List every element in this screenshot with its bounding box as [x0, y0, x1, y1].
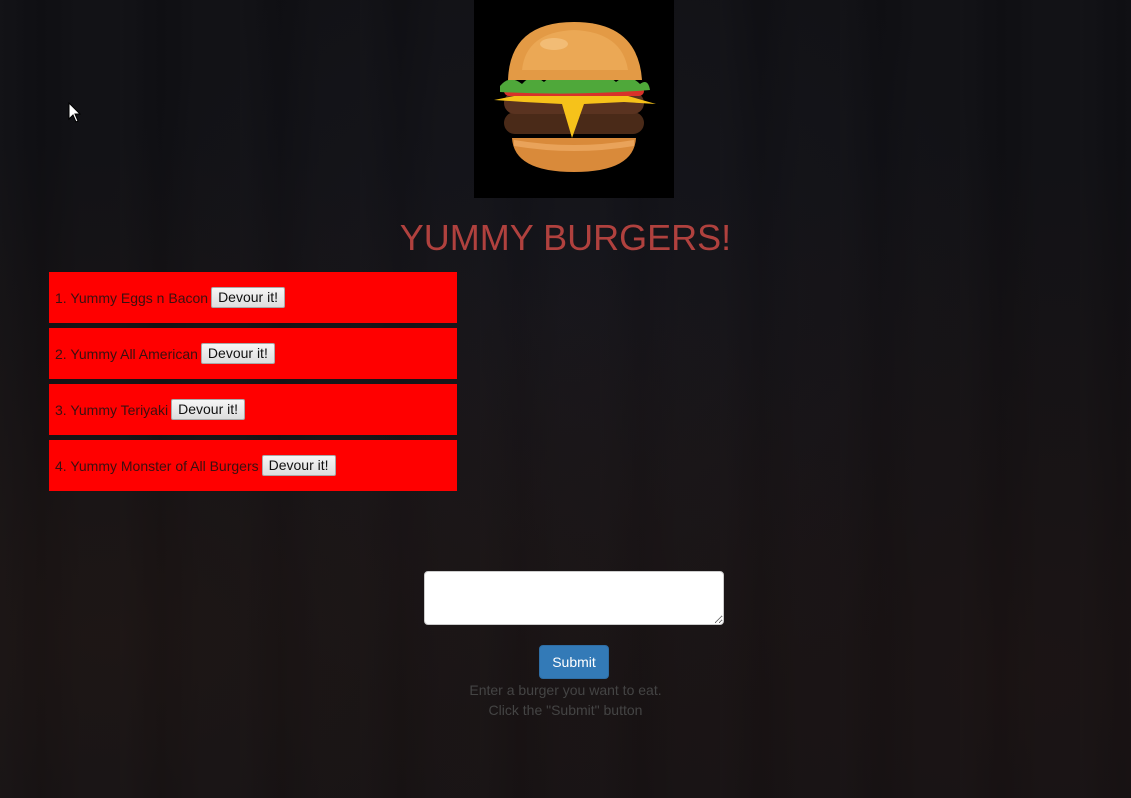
burger-label: 4. Yummy Monster of All Burgers [55, 457, 259, 474]
list-item: 3. Yummy Teriyaki Devour it! [49, 384, 457, 435]
instructions: Enter a burger you want to eat. Click th… [0, 680, 1131, 720]
burger-image [494, 22, 656, 172]
list-item: 2. Yummy All American Devour it! [49, 328, 457, 379]
burger-list: 1. Yummy Eggs n Bacon Devour it! 2. Yumm… [49, 272, 457, 496]
burger-logo-icon [474, 0, 674, 198]
list-item: 4. Yummy Monster of All Burgers Devour i… [49, 440, 457, 491]
burger-name-input[interactable] [424, 571, 724, 625]
submit-button[interactable]: Submit [539, 645, 609, 679]
instruction-line-2: Click the "Submit" button [488, 702, 643, 718]
burger-label: 3. Yummy Teriyaki [55, 401, 169, 418]
page-title: YUMMY BURGERS! [399, 217, 732, 258]
list-item: 1. Yummy Eggs n Bacon Devour it! [49, 272, 457, 323]
devour-button[interactable]: Devour it! [171, 399, 246, 420]
devour-button[interactable]: Devour it! [211, 287, 285, 308]
devour-button[interactable]: Devour it! [200, 343, 275, 364]
instruction-line-1: Enter a burger you want to eat. [469, 682, 662, 698]
burger-label: 1. Yummy Eggs n Bacon [55, 289, 209, 306]
burger-label: 2. Yummy All American [55, 345, 198, 362]
devour-button[interactable]: Devour it! [261, 455, 336, 476]
mouse-pointer-icon [68, 102, 82, 123]
